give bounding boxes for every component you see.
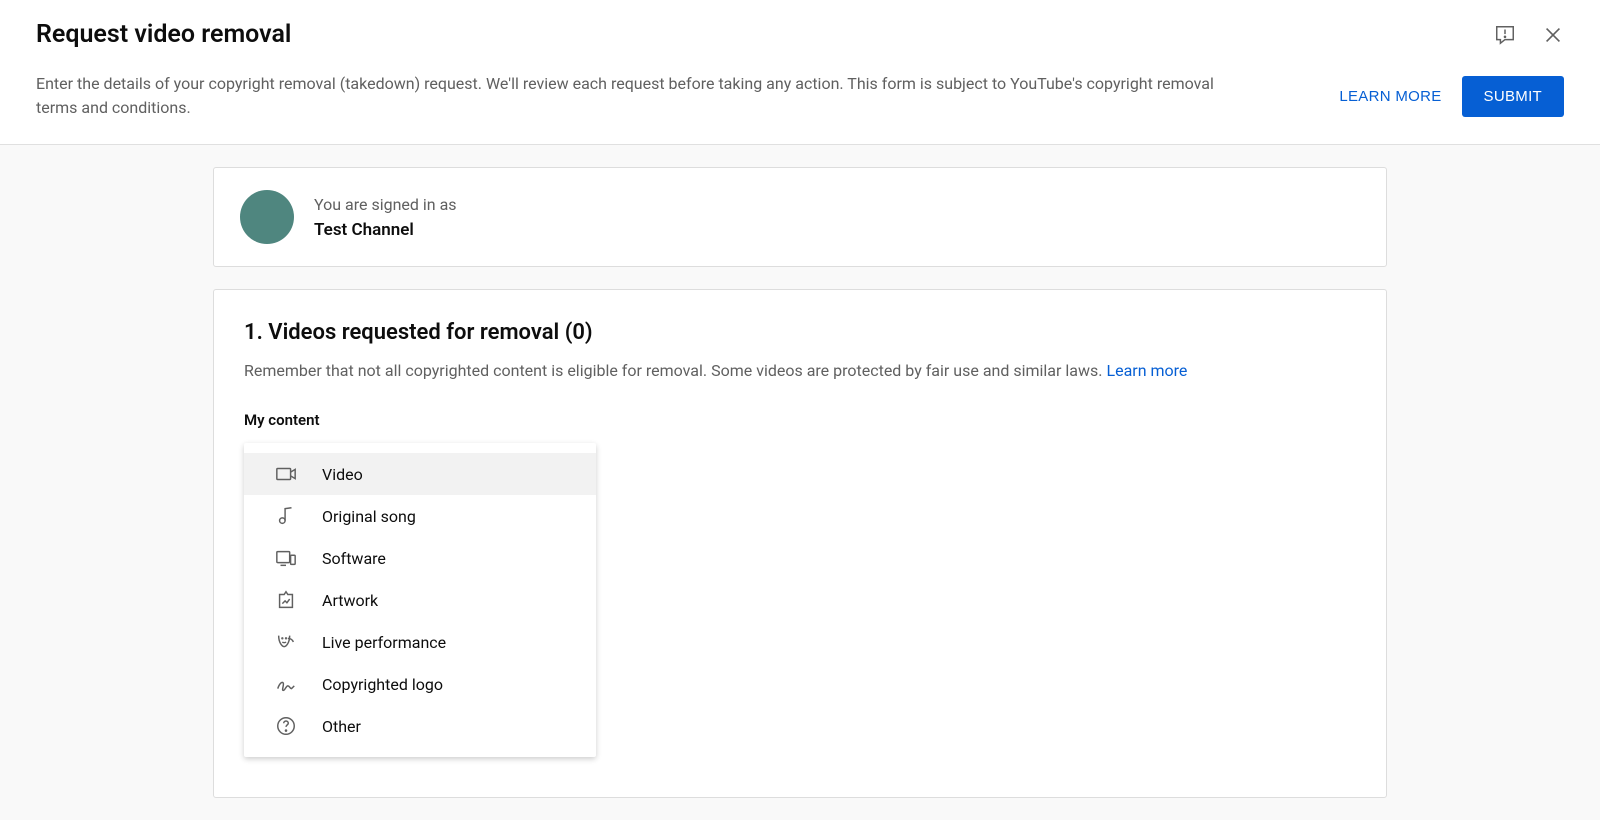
section-learn-more-link[interactable]: Learn more — [1106, 361, 1187, 380]
content-type-label: Live performance — [322, 633, 446, 652]
content-type-option[interactable]: Artwork — [244, 579, 596, 621]
signature-icon — [274, 672, 298, 696]
content-type-option[interactable]: Software — [244, 537, 596, 579]
page-title: Request video removal — [36, 20, 291, 49]
content-type-option[interactable]: Original song — [244, 495, 596, 537]
image-icon — [274, 588, 298, 612]
content-type-dropdown: Video Original song Software Artwork Live pe… — [244, 443, 596, 757]
content-type-label: Original song — [322, 507, 416, 526]
page-description: Enter the details of your copyright remo… — [36, 72, 1256, 120]
content-type-option[interactable]: Other — [244, 705, 596, 747]
content-type-label: Other — [322, 717, 361, 736]
content-type-option[interactable]: Copyrighted logo — [244, 663, 596, 705]
avatar — [240, 190, 294, 244]
question-icon — [274, 714, 298, 738]
content-type-option[interactable]: Video — [244, 453, 596, 495]
music-icon — [274, 504, 298, 528]
feedback-icon[interactable] — [1494, 24, 1516, 50]
devices-icon — [274, 546, 298, 570]
content-type-option[interactable]: Live performance — [244, 621, 596, 663]
close-icon[interactable] — [1542, 24, 1564, 50]
videos-section: 1. Videos requested for removal (0) Reme… — [213, 289, 1387, 798]
learn-more-button[interactable]: LEARN MORE — [1339, 88, 1441, 105]
content-type-label: Copyrighted logo — [322, 675, 443, 694]
my-content-heading: My content — [244, 411, 1356, 429]
signin-channel: Test Channel — [314, 220, 457, 240]
content-type-label: Software — [322, 549, 386, 568]
section-description: Remember that not all copyrighted conten… — [244, 359, 1356, 383]
content-type-label: Video — [322, 465, 363, 484]
signin-label: You are signed in as — [314, 195, 457, 214]
video-icon — [274, 462, 298, 486]
theater-icon — [274, 630, 298, 654]
submit-button[interactable]: SUBMIT — [1462, 76, 1564, 117]
page-header: Request video removal Enter the details … — [0, 0, 1600, 145]
content-type-label: Artwork — [322, 591, 378, 610]
section-title: 1. Videos requested for removal (0) — [244, 320, 1356, 345]
signin-card: You are signed in as Test Channel — [213, 167, 1387, 267]
